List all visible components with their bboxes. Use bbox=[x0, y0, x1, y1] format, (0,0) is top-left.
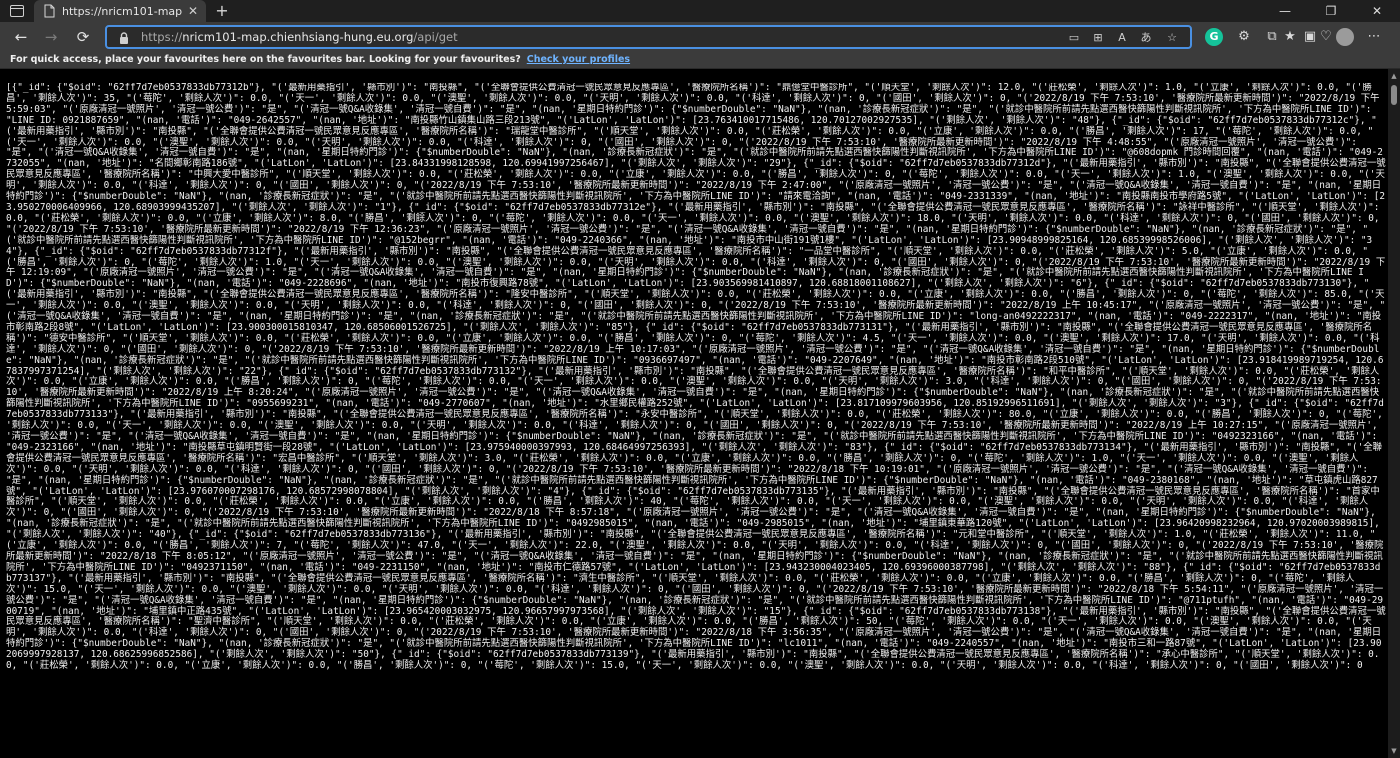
scroll-up-icon[interactable]: ▲ bbox=[1388, 71, 1400, 81]
grammarly-extension-icon[interactable]: G bbox=[1205, 28, 1223, 46]
new-tab-button[interactable]: + bbox=[212, 1, 232, 21]
favorite-star-icon[interactable]: ☆ bbox=[1163, 30, 1181, 46]
lock-icon[interactable] bbox=[117, 31, 131, 45]
back-button[interactable]: ← bbox=[10, 26, 32, 48]
profile-avatar[interactable] bbox=[1336, 28, 1354, 46]
reload-button[interactable]: ⟳ bbox=[72, 26, 94, 48]
page-icon bbox=[44, 4, 55, 18]
check-profiles-link[interactable]: Check your profiles bbox=[527, 54, 630, 65]
close-window-button[interactable]: ✕ bbox=[1354, 0, 1400, 22]
favorites-icon[interactable]: ★ bbox=[1280, 27, 1300, 47]
split-screen-icon[interactable]: ⧉ bbox=[1262, 27, 1282, 47]
favourites-bar-message: For quick access, place your favourites … bbox=[10, 54, 630, 65]
apps-icon[interactable]: ⊞ bbox=[1089, 30, 1107, 46]
favourites-bar: For quick access, place your favourites … bbox=[0, 52, 1400, 69]
url-scheme: https:// bbox=[141, 30, 183, 44]
minimize-button[interactable]: — bbox=[1262, 0, 1308, 22]
raw-json-text: [{"_id": {"$oid": "62ff7d7eb0537833db773… bbox=[6, 83, 1386, 672]
address-bar[interactable]: https://nricm101-map.chienhsiang-hung.eu… bbox=[105, 25, 1192, 49]
url-path: /api/get bbox=[413, 30, 458, 44]
scroll-down-icon[interactable]: ▼ bbox=[1388, 746, 1400, 756]
tab-title: https://nricm101-map.chienhsiang bbox=[62, 4, 182, 18]
translate-icon[interactable]: あ bbox=[1137, 30, 1155, 46]
forward-button[interactable]: → bbox=[40, 26, 62, 48]
browser-toolbar: ← → ⟳ https://nricm101-map.chienhsiang-h… bbox=[0, 22, 1400, 52]
tab-close-icon[interactable]: ✕ bbox=[188, 3, 198, 19]
url-host: nricm101-map.chienhsiang-hung.eu.org bbox=[182, 30, 414, 44]
reading-view-icon[interactable]: ▭ bbox=[1065, 30, 1083, 46]
tab-strip: https://nricm101-map.chienhsiang ✕ + — ❐… bbox=[0, 0, 1400, 22]
tab-active[interactable]: https://nricm101-map.chienhsiang ✕ bbox=[34, 0, 206, 22]
settings-more-icon[interactable]: ⋯ bbox=[1364, 27, 1384, 47]
read-aloud-icon[interactable]: A bbox=[1113, 30, 1131, 46]
page-content: [{"_id": {"$oid": "62ff7d7eb0537833db773… bbox=[0, 69, 1388, 758]
scroll-thumb[interactable] bbox=[1391, 85, 1397, 105]
url-text[interactable]: https://nricm101-map.chienhsiang-hung.eu… bbox=[141, 30, 458, 44]
maximize-button[interactable]: ❐ bbox=[1308, 0, 1354, 22]
favourites-bar-text: For quick access, place your favourites … bbox=[10, 54, 521, 65]
vertical-scrollbar[interactable]: ▲ ▼ bbox=[1388, 69, 1400, 758]
tab-actions-icon[interactable] bbox=[6, 2, 28, 20]
extensions-icon[interactable]: ⚙ bbox=[1234, 27, 1254, 47]
browser-essentials-icon[interactable]: ♡ bbox=[1316, 27, 1336, 47]
